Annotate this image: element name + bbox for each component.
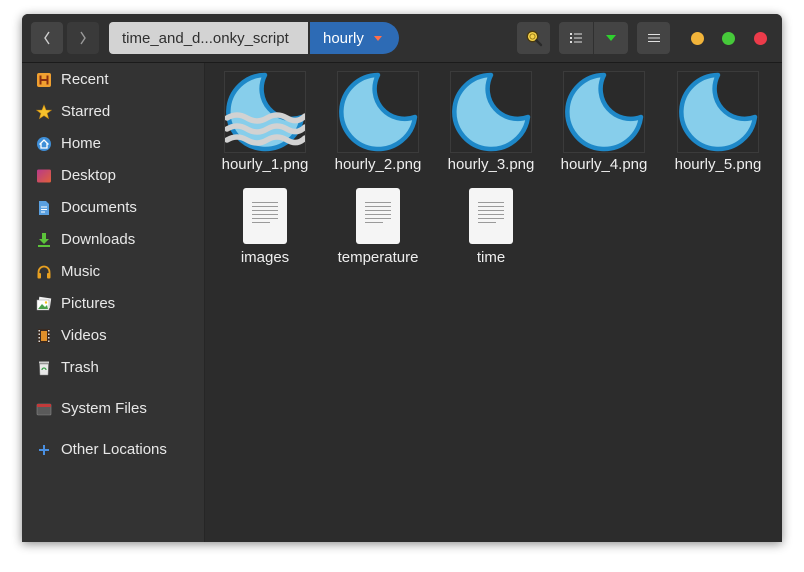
chevron-right-icon bbox=[80, 31, 86, 45]
doc-line bbox=[478, 214, 504, 215]
back-button[interactable] bbox=[31, 22, 63, 54]
file-item-time[interactable]: time bbox=[436, 63, 546, 266]
doc-line bbox=[252, 214, 278, 215]
doc-line bbox=[252, 218, 278, 219]
sidebar-item-starred[interactable]: Starred bbox=[22, 98, 204, 126]
doc-line bbox=[478, 202, 504, 203]
view-options-button[interactable] bbox=[594, 22, 628, 54]
doc-line bbox=[365, 222, 383, 223]
doc-line bbox=[365, 210, 391, 211]
file-name: time bbox=[476, 249, 506, 266]
sidebar-item-recent[interactable]: Recent bbox=[22, 66, 204, 94]
text-document-icon bbox=[356, 188, 400, 244]
sidebar-item-label: System Files bbox=[61, 400, 147, 417]
doc-line bbox=[478, 206, 504, 207]
doc-line bbox=[365, 202, 391, 203]
file-name: hourly_2.png bbox=[334, 156, 422, 173]
sidebar-item-pictures[interactable]: Pictures bbox=[22, 290, 204, 318]
doc-line bbox=[252, 210, 278, 211]
plus-icon bbox=[39, 445, 49, 455]
moon-icon bbox=[565, 72, 644, 152]
file-name: hourly_4.png bbox=[560, 156, 648, 173]
forward-button[interactable] bbox=[67, 22, 99, 54]
drive-icon bbox=[36, 403, 52, 416]
videos-icon bbox=[38, 329, 50, 343]
sidebar-item-system-files[interactable]: System Files bbox=[22, 395, 204, 423]
breadcrumb-current[interactable]: hourly bbox=[310, 22, 399, 54]
sidebar-item-label: Home bbox=[61, 135, 102, 152]
doc-line bbox=[365, 218, 391, 219]
sidebar-item-label: Videos bbox=[61, 327, 107, 344]
file-name: images bbox=[240, 249, 290, 266]
file-view: hourly_1.png hourly_2.png hourly_3.png h… bbox=[205, 63, 782, 542]
breadcrumb-current-label: hourly bbox=[323, 29, 364, 47]
menu-button[interactable] bbox=[637, 22, 670, 54]
breadcrumb-parent-label: time_and_d...onky_script bbox=[122, 29, 289, 47]
sidebar: Recent Starred Home Desktop Documents Do… bbox=[22, 63, 205, 542]
file-name: hourly_1.png bbox=[221, 156, 309, 173]
sidebar-item-desktop[interactable]: Desktop bbox=[22, 162, 204, 190]
desktop-icon bbox=[37, 169, 51, 183]
image-thumbnail bbox=[677, 71, 759, 153]
sidebar-item-label: Trash bbox=[61, 359, 99, 376]
file-name: hourly_3.png bbox=[447, 156, 535, 173]
sidebar-item-label: Starred bbox=[61, 103, 111, 120]
header-bar: time_and_d...onky_script hourly bbox=[22, 14, 782, 63]
file-item-hourly-4[interactable]: hourly_4.png bbox=[549, 63, 659, 173]
sidebar-item-label: Other Locations bbox=[61, 441, 167, 458]
downloads-icon bbox=[38, 233, 50, 247]
sidebar-item-trash[interactable]: Trash bbox=[22, 354, 204, 382]
sidebar-item-label: Desktop bbox=[61, 167, 117, 184]
sidebar-item-other-locations[interactable]: Other Locations bbox=[22, 436, 204, 464]
sidebar-item-music[interactable]: Music bbox=[22, 258, 204, 286]
doc-line bbox=[478, 222, 496, 223]
doc-line bbox=[252, 222, 270, 223]
doc-line bbox=[252, 202, 278, 203]
text-document-icon bbox=[469, 188, 513, 244]
list-view-button[interactable] bbox=[559, 22, 593, 54]
star-icon bbox=[36, 104, 52, 120]
documents-icon bbox=[39, 201, 49, 215]
doc-line bbox=[478, 210, 504, 211]
home-icon bbox=[37, 137, 51, 151]
sidebar-item-label: Recent bbox=[61, 71, 109, 88]
doc-line bbox=[478, 218, 504, 219]
music-icon bbox=[37, 265, 51, 279]
search-icon bbox=[526, 30, 542, 47]
maximize-button[interactable] bbox=[722, 32, 735, 45]
chevron-left-icon bbox=[44, 31, 50, 45]
sidebar-item-downloads[interactable]: Downloads bbox=[22, 226, 204, 254]
minimize-button[interactable] bbox=[691, 32, 704, 45]
file-item-temperature[interactable]: temperature bbox=[323, 63, 433, 266]
text-document-icon bbox=[243, 188, 287, 244]
sidebar-item-home[interactable]: Home bbox=[22, 130, 204, 158]
sidebar-item-label: Documents bbox=[61, 199, 137, 216]
breadcrumb-dropdown-icon[interactable] bbox=[373, 35, 382, 41]
image-thumbnail bbox=[563, 71, 645, 153]
file-name: temperature bbox=[337, 249, 419, 266]
doc-line bbox=[365, 206, 391, 207]
file-item-images[interactable]: images bbox=[210, 63, 320, 266]
chevron-down-icon bbox=[606, 35, 616, 41]
moon-icon bbox=[679, 72, 758, 152]
sidebar-item-label: Pictures bbox=[61, 295, 116, 312]
hamburger-icon bbox=[647, 34, 660, 42]
recent-icon bbox=[37, 73, 51, 87]
file-item-hourly-5[interactable]: hourly_5.png bbox=[663, 63, 773, 173]
doc-line bbox=[252, 206, 278, 207]
breadcrumb-parent[interactable]: time_and_d...onky_script bbox=[109, 22, 308, 54]
sidebar-item-documents[interactable]: Documents bbox=[22, 194, 204, 222]
search-button[interactable] bbox=[517, 22, 550, 54]
sidebar-item-videos[interactable]: Videos bbox=[22, 322, 204, 350]
file-manager-window: time_and_d...onky_script hourly Recent S… bbox=[22, 14, 782, 542]
doc-line bbox=[365, 214, 391, 215]
close-button[interactable] bbox=[754, 32, 767, 45]
file-name: hourly_5.png bbox=[674, 156, 762, 173]
trash-icon bbox=[39, 361, 49, 376]
pictures-icon bbox=[36, 296, 52, 311]
sidebar-item-label: Downloads bbox=[61, 231, 136, 248]
list-view-icon bbox=[570, 33, 582, 43]
sidebar-item-label: Music bbox=[61, 263, 101, 280]
